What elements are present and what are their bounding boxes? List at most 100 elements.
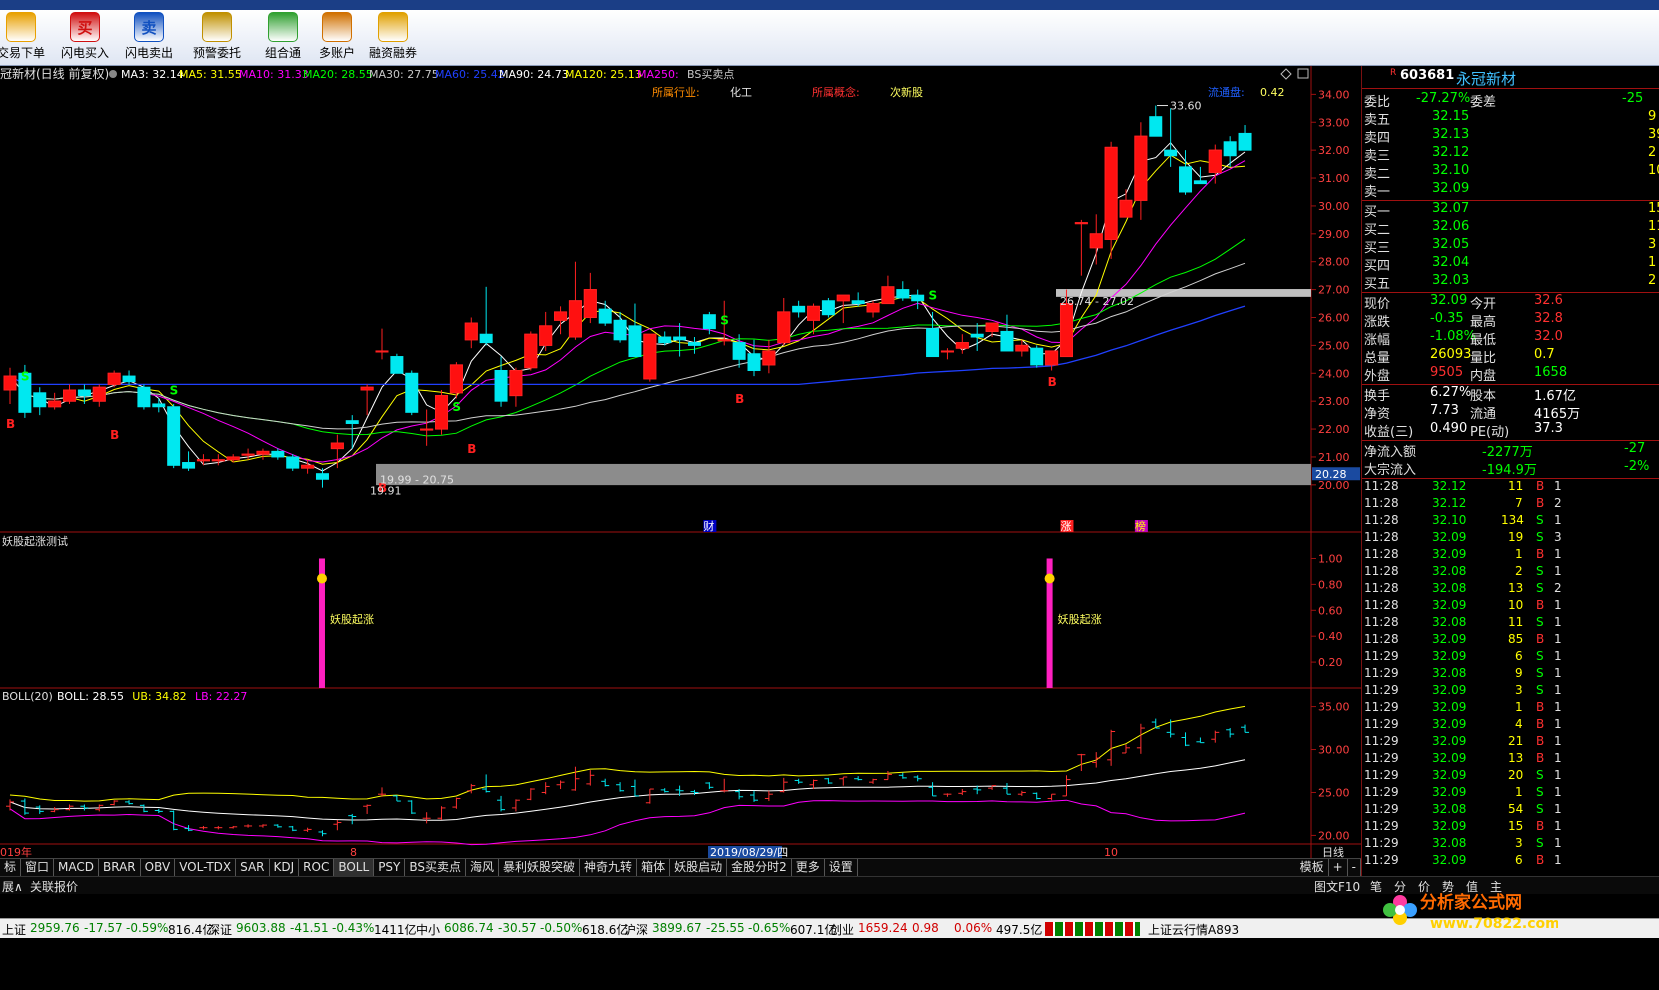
tick-row: 11:28 32.09 19 S 3 [1362,530,1659,547]
indicator-tab[interactable]: 神奇九转 [580,859,638,876]
zoom-out-button[interactable]: - [1348,859,1361,876]
quote-text: -2277万 [1482,445,1533,460]
quote-text: 今开 [1470,297,1497,312]
indicator-tab[interactable]: OBV [141,859,176,876]
high-annotation: 33.60 [1170,100,1202,113]
settings-dot-icon[interactable] [109,70,117,78]
quote-text: B [1536,751,1545,765]
index-quote[interactable]: 上证 2959.76 -17.57 -0.59% 816.4亿 [2,919,214,939]
candle[interactable] [286,454,300,471]
period-label[interactable]: 日线 [1322,845,1344,858]
template-button[interactable]: 模板 [1296,859,1329,876]
x-axis-label: 019年 [0,845,32,858]
quote-text: 买一 [1364,205,1391,220]
indicator-tabs: 标窗口 MACD BRAR OBV VOL-TDX SAR KDJ ROC BOLL PSY BS买… [0,858,1361,876]
quote-text: S [1536,649,1544,663]
x-axis-label: 8 [350,846,357,858]
title-strip [0,0,1659,10]
indicator-tab[interactable]: SAR [236,859,270,876]
indicator-tab[interactable]: 箱体 [637,859,671,876]
candle[interactable] [435,390,449,435]
candle[interactable] [107,370,121,388]
chart-area[interactable]: 冠新材(日线 前复权) MA3: 32.14MA5: 31.55MA10: 31.… [0,66,1361,858]
indicator-tab[interactable]: MACD [54,859,100,876]
quote-text: 32.09 [1432,819,1467,833]
quote-text: 外盘 [1364,369,1391,384]
indicator-tab[interactable]: 窗口 [21,859,55,876]
toolbar-button-puzzle[interactable]: 组合通 [252,12,314,64]
quote-text: 净资 [1364,407,1391,422]
buy-signal: B [467,442,476,456]
indicator-tab[interactable]: BOLL [334,859,375,876]
expand-toggle[interactable]: 展∧ [2,878,23,895]
toolbar-button-label: 交易下单 [0,46,45,60]
index-quote-text: -0.65% [748,921,791,935]
indicator-tab[interactable]: BS买卖点 [405,859,467,876]
candle[interactable] [390,353,404,374]
indicator-tab[interactable]: ROC [299,859,335,876]
event-marker[interactable]: 财 [703,519,714,533]
index-quote-text: -0.50% [540,921,583,935]
index-quote[interactable]: 创业 1659.24 0.98 0.06% 497.5亿 [830,919,1042,939]
quote-text: 32.06 [1432,219,1470,234]
indicator-tab[interactable]: 妖股启动 [670,859,728,876]
candle[interactable] [449,362,463,399]
candle[interactable] [167,403,181,469]
zoom-in-button[interactable]: + [1329,859,1348,876]
quote-text: 1 [1515,547,1523,561]
indicator-tab[interactable]: KDJ [270,859,300,876]
index-quote[interactable]: 中小 6086.74 -30.57 -0.50% 618.6亿 [416,919,628,939]
event-marker[interactable]: 榜 [1135,519,1146,533]
tick-row: 11:29 32.09 1 B 1 [1362,700,1659,717]
candle[interactable] [643,333,657,382]
quote-text: 11:29 [1364,700,1399,714]
event-marker[interactable]: 涨 [1060,520,1071,533]
candle[interactable] [137,384,151,410]
indicator-tab[interactable]: 更多 [792,859,825,876]
price-tick-label: 22.00 [1318,423,1350,436]
quote-text: 涨幅 [1364,333,1391,348]
toolbar-button-accounts[interactable]: 多账户 [306,12,368,64]
quote-text: 1 [1554,734,1562,748]
toolbar-button-trade[interactable]: 交易下单 [0,12,52,64]
indicator-tab[interactable]: 暴利妖股突破 [499,859,581,876]
accounts-icon [322,12,352,42]
candle[interactable] [821,297,835,318]
toolbar-button-margin[interactable]: 融资融券 [362,12,424,64]
indicator-tab[interactable]: 海风 [466,859,500,876]
candle[interactable] [405,370,419,416]
quote-text: 32.07 [1432,201,1470,216]
index-quote[interactable]: 深证 9603.88 -41.51 -0.43% 1411亿 [208,919,417,939]
index-quote[interactable]: 沪深 3899.67 -25.55 -0.65% 607.1亿 [624,919,836,939]
quote-text: 1 [1515,700,1523,714]
indicator-tab[interactable]: BRAR [99,859,141,876]
candle[interactable] [1030,345,1044,368]
indicator-tab[interactable]: 标 [0,859,22,876]
quote-text: 2 [1515,564,1523,578]
stat-row: 涨跌 -0.35 最高 32.8 [1362,311,1659,330]
indicator-tab[interactable]: PSY [374,859,406,876]
quote-text: 134 [1501,513,1524,527]
toolbar-button-buy[interactable]: 买闪电买入 [54,12,116,64]
quote-text: 11:28 [1364,530,1399,544]
quote-text: 32.09 [1432,547,1467,561]
support-range-label: 19.99 - 20.75 [380,473,454,486]
quote-text: 32.09 [1432,734,1467,748]
quote-text: 32.09 [1432,700,1467,714]
quote-text: 32.04 [1432,255,1470,270]
quote-text: 11:29 [1364,683,1399,697]
toolbar-button-sell[interactable]: 卖闪电卖出 [118,12,180,64]
tick-row: 11:28 32.09 85 B 1 [1362,632,1659,649]
quote-text: -27.27% [1416,91,1471,106]
quote-text: 32.09 [1432,785,1467,799]
quote-text: 3 [1648,237,1657,252]
candle[interactable] [524,331,538,371]
quote-text: S [1536,785,1544,799]
f10-link[interactable]: 图文F10 [1314,878,1360,895]
indicator-tab[interactable]: 设置 [825,859,858,876]
index-quote-text: 618.6亿 [582,923,629,937]
indicator-tab[interactable]: 金股分时2 [727,859,792,876]
indicator-tab[interactable]: VOL-TDX [175,859,237,876]
toolbar-button-alert[interactable]: 预警委托 [186,12,248,64]
related-quote-link[interactable]: 关联报价 [30,878,78,895]
